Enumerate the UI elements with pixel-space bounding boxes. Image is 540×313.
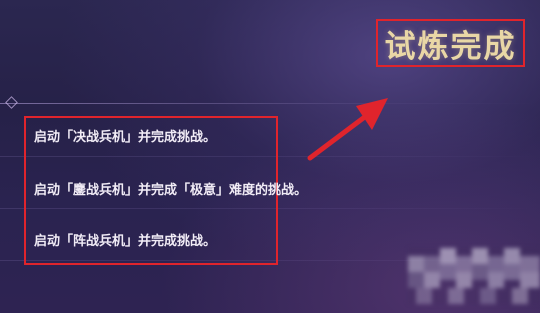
header-divider [0, 103, 540, 104]
red-arrow-icon [307, 98, 388, 161]
blurred-mosaic [408, 248, 540, 304]
diamond-ornament-icon [5, 96, 18, 109]
challenge-item: 启动「鏖战兵机」并完成「极意」难度的挑战。 [34, 183, 308, 198]
title-highlight-box: 试炼完成 [376, 19, 525, 67]
challenge-item: 启动「决战兵机」并完成挑战。 [34, 130, 217, 145]
trial-complete-screen: 试炼完成 启动「决战兵机」并完成挑战。 启动「鏖战兵机」并完成「极意」难度的挑战… [0, 0, 540, 313]
challenge-item: 启动「阵战兵机」并完成挑战。 [34, 234, 217, 249]
page-title: 试炼完成 [384, 28, 517, 65]
